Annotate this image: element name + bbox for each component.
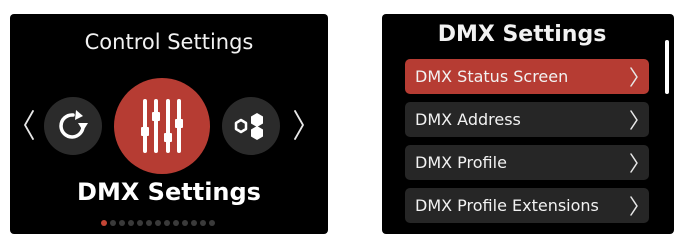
page-dot: [146, 220, 152, 226]
chevron-right-icon[interactable]: [292, 108, 306, 142]
page-dot: [155, 220, 161, 226]
menu-item-label: DMX Profile: [415, 153, 507, 172]
network-icon: [234, 113, 263, 140]
chevron-right-icon: [629, 152, 639, 174]
menu-item-label: DMX Status Screen: [415, 67, 569, 86]
reset-button[interactable]: [44, 97, 102, 155]
chevron-right-icon: [629, 195, 639, 217]
page-dot: [128, 220, 134, 226]
network-button[interactable]: [222, 97, 280, 155]
page-indicator: [101, 220, 215, 226]
page-dot: [200, 220, 206, 226]
control-settings-screen: Control Settings DMX Settings: [10, 14, 328, 234]
page-dot: [119, 220, 125, 226]
chevron-right-icon: [629, 66, 639, 88]
menu-item-label: DMX Profile Extensions: [415, 196, 599, 215]
page-dot: [182, 220, 188, 226]
screen-title: Control Settings: [84, 30, 254, 54]
page-dot: [173, 220, 179, 226]
dmx-settings-screen: DMX Settings DMX Status Screen DMX Addre…: [382, 14, 674, 234]
chevron-left-icon[interactable]: [22, 108, 36, 142]
menu-item-dmx-address[interactable]: DMX Address: [405, 102, 649, 137]
page-dot: [137, 220, 143, 226]
page-dot: [191, 220, 197, 226]
scrollbar[interactable]: [665, 40, 669, 94]
page-dot: [164, 220, 170, 226]
page-dot: [110, 220, 116, 226]
dmx-settings-button[interactable]: [114, 78, 210, 174]
reset-icon: [59, 110, 88, 139]
chevron-right-icon: [629, 109, 639, 131]
menu-item-dmx-profile[interactable]: DMX Profile: [405, 145, 649, 180]
selected-item-label: DMX Settings: [77, 178, 261, 206]
dmx-sliders-icon: [141, 99, 183, 153]
page-dot: [101, 220, 107, 226]
menu-item-label: DMX Address: [415, 110, 521, 129]
page-dot: [209, 220, 215, 226]
menu-item-dmx-profile-extensions[interactable]: DMX Profile Extensions: [405, 188, 649, 223]
menu-item-dmx-status-screen[interactable]: DMX Status Screen: [405, 59, 649, 94]
screen-title: DMX Settings: [437, 22, 607, 47]
